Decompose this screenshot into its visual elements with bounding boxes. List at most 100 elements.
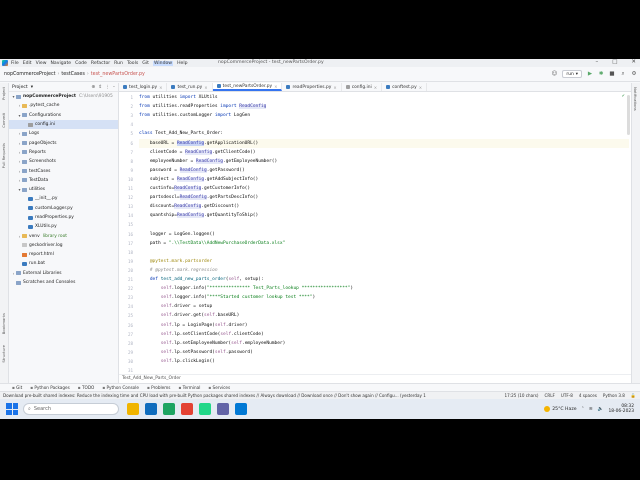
chevron-up-icon[interactable]: ˄ <box>582 407 584 412</box>
editor-tab[interactable]: readProperties.py × <box>282 83 342 91</box>
tree-item[interactable]: ▾ utilities <box>9 185 118 194</box>
code-line[interactable]: subject = ReadConfig.getAddSubjectInfo() <box>139 175 629 184</box>
clock[interactable]: 08:32 18-06-2023 <box>608 404 634 415</box>
code-line[interactable]: from utilities.readProperties import Rea… <box>139 102 629 111</box>
line-separator[interactable]: CRLF <box>545 393 555 399</box>
menu-item-navigate[interactable]: Navigate <box>51 61 72 66</box>
close-tab-icon[interactable]: × <box>204 85 207 90</box>
close-tab-icon[interactable]: × <box>159 85 162 90</box>
settings-icon[interactable]: ⚙ <box>631 71 637 77</box>
tool-window-git[interactable]: Git <box>12 385 22 390</box>
taskbar-app-icon[interactable] <box>199 403 211 415</box>
code-line[interactable]: from utilities import XLUtils <box>139 93 629 102</box>
wifi-icon[interactable]: ≋ <box>589 407 593 412</box>
strip-tab-structure[interactable]: Structure <box>1 345 6 363</box>
menu-item-view[interactable]: View <box>36 61 47 66</box>
breadcrumb-folder[interactable]: testCases <box>61 72 84 77</box>
code-line[interactable]: @pytest.mark.partsorder <box>139 257 629 266</box>
editor-breadcrumb[interactable]: Test_Add_New_Parts_Order <box>119 374 631 383</box>
code-line[interactable] <box>139 248 629 257</box>
strip-tab-commit[interactable]: Commit <box>1 113 6 128</box>
menu-item-code[interactable]: Code <box>75 61 87 66</box>
code-line[interactable]: self.lp.setPassword(self.password) <box>139 348 629 357</box>
taskbar-search[interactable]: ⌕ Search <box>23 403 119 415</box>
tree-item[interactable]: config.ini <box>9 119 118 130</box>
tree-item[interactable]: › pageObjects <box>9 138 118 147</box>
close-tab-icon[interactable]: × <box>374 85 377 90</box>
tree-item[interactable]: › venv library root <box>9 231 118 240</box>
editor-tab[interactable]: test_login.py × <box>119 83 168 91</box>
menu-item-help[interactable]: Help <box>177 61 187 66</box>
taskbar-app-icon[interactable] <box>217 403 229 415</box>
menu-item-refactor[interactable]: Refactor <box>91 61 110 66</box>
taskbar-app-icon[interactable] <box>145 403 157 415</box>
editor-tab[interactable]: conftest.py × <box>382 83 428 91</box>
menu-item-run[interactable]: Run <box>114 61 123 66</box>
editor-tab[interactable]: config.ini × <box>342 83 383 91</box>
tree-item[interactable]: report.html <box>9 250 118 259</box>
code-line[interactable]: password = ReadConfig.getPassword() <box>139 166 629 175</box>
menu-item-file[interactable]: File <box>11 61 19 66</box>
code-line[interactable]: self.lp = LoginPage(self.driver) <box>139 321 629 330</box>
options-icon[interactable]: ⋮ <box>105 85 110 90</box>
project-view-select[interactable]: Project <box>12 85 28 90</box>
taskbar-app-icon[interactable] <box>127 403 139 415</box>
taskbar-app-icon[interactable] <box>235 403 247 415</box>
code-line[interactable]: self.driver.get(self.baseURL) <box>139 311 629 320</box>
menu-item-window[interactable]: Window <box>152 60 174 66</box>
editor-tab[interactable]: test_run.py × <box>167 83 213 91</box>
user-icon[interactable]: ☺ <box>551 71 558 77</box>
tree-item[interactable]: › .pytest_cache <box>9 101 118 110</box>
breadcrumb-file[interactable]: test_newPartsOrder.py <box>91 72 145 77</box>
volume-icon[interactable]: 🔈 <box>598 407 604 412</box>
code-line[interactable]: custinfo=ReadConfig.getCustomerInfo() <box>139 184 629 193</box>
close-tab-icon[interactable]: × <box>419 85 422 90</box>
run-configuration-select[interactable]: run ▾ <box>562 70 582 78</box>
code-line[interactable]: self.lp.setClientCode(self.clientCode) <box>139 330 629 339</box>
editor-tab[interactable]: test_newPartsOrder.py × <box>212 83 283 91</box>
tree-item[interactable]: › testCases <box>9 166 118 175</box>
caret-position[interactable]: 17:25 (10 chars) <box>505 393 539 399</box>
close-tab-icon[interactable]: × <box>333 85 336 90</box>
weather-widget[interactable]: 25°C Haze <box>544 406 577 412</box>
code-line[interactable]: self.lp.setEmployeeNumber(self.employeeN… <box>139 339 629 348</box>
indent-setting[interactable]: 4 spaces <box>579 393 597 399</box>
tree-item[interactable]: › Reports <box>9 148 118 157</box>
tree-item[interactable]: readProperties.py <box>9 213 118 222</box>
taskbar-app-icon[interactable] <box>181 403 193 415</box>
strip-tab-bookmarks[interactable]: Bookmarks <box>1 313 6 334</box>
tree-item[interactable]: Scratches and Consoles <box>9 278 118 287</box>
tree-item[interactable]: __init__.py <box>9 194 118 203</box>
stop-icon[interactable]: ■ <box>609 71 615 77</box>
code-line[interactable]: class Test_Add_New_Parts_Order: <box>139 129 629 138</box>
code-line[interactable]: baseURL = ReadConfig.getApplicationURL() <box>139 138 629 148</box>
close-icon[interactable]: ✕ <box>631 59 636 65</box>
chevron-down-icon[interactable]: ▾ <box>31 85 33 90</box>
tool-window-problems[interactable]: Problems <box>147 385 170 390</box>
strip-tab-project[interactable]: Project <box>1 87 6 100</box>
taskbar-app-icon[interactable] <box>163 403 175 415</box>
code-line[interactable]: def test_add_new_parts_order(self, setup… <box>139 275 629 284</box>
code-line[interactable]: path = ".\\TestData\\AddNewPurchaseOrder… <box>139 239 629 248</box>
menu-item-git[interactable]: Git <box>142 61 149 66</box>
tree-item[interactable]: ▾ nopCommerceProject C:\Users\91905 <box>9 92 118 101</box>
code-line[interactable]: self.driver = setup <box>139 302 629 311</box>
tool-window-terminal[interactable]: Terminal <box>178 385 201 390</box>
run-icon[interactable]: ▶ <box>587 71 593 77</box>
tree-item[interactable]: › External Libraries <box>9 269 118 278</box>
tool-window-python-console[interactable]: Python Console <box>102 385 139 390</box>
collapse-all-icon[interactable]: ⇕ <box>98 85 102 90</box>
menu-item-edit[interactable]: Edit <box>23 61 32 66</box>
tree-item[interactable]: › Logs <box>9 129 118 138</box>
lock-icon[interactable]: 🔓 <box>631 393 636 399</box>
menu-item-tools[interactable]: Tools <box>127 61 138 66</box>
code-editor[interactable]: from utilities import XLUtils from utilit… <box>139 92 629 374</box>
code-line[interactable]: self.lp.clickLogin() <box>139 357 629 366</box>
hide-icon[interactable]: – <box>113 85 115 90</box>
tree-item[interactable]: XLUtils.py <box>9 222 118 231</box>
tree-item[interactable]: geckodriver.log <box>9 241 118 250</box>
editor-scrollbar[interactable] <box>627 95 630 135</box>
code-line[interactable]: # @pytest.mark.regression <box>139 266 629 275</box>
code-line[interactable]: partsdescl=ReadConfig.getPartsDescInfo() <box>139 193 629 202</box>
code-line[interactable]: clientCode = ReadConfig.getClientCode() <box>139 148 629 157</box>
